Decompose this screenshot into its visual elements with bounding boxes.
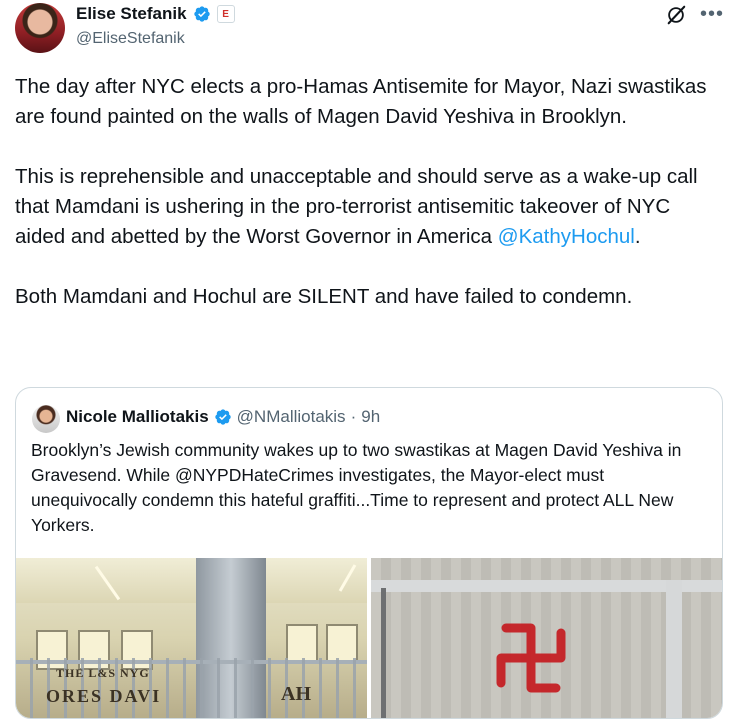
mention-link[interactable]: @KathyHochul <box>498 225 635 248</box>
quote-image-building[interactable]: THE L&S NYG ORES DAVI AH <box>16 558 367 718</box>
more-icon[interactable]: ••• <box>700 3 724 26</box>
quote-author-handle[interactable]: @NMalliotakis <box>237 407 346 427</box>
quote-separator: · <box>350 407 357 426</box>
quote-text: Brooklyn’s Jewish community wakes up to … <box>31 440 682 535</box>
author-name-row: Elise Stefanik E <box>76 4 235 24</box>
image-sign-top: THE L&S NYG <box>56 666 150 680</box>
image-ceiling <box>16 558 367 603</box>
image-window-frame <box>381 588 386 718</box>
graffiti-mark <box>496 623 566 693</box>
grok-icon[interactable] <box>665 4 687 26</box>
author-avatar[interactable] <box>15 3 65 53</box>
quote-author-name[interactable]: Nicole Malliotakis <box>66 407 209 427</box>
quote-author-avatar[interactable] <box>32 405 60 433</box>
image-window-frame <box>666 580 682 718</box>
image-sign-right: AH <box>281 683 311 705</box>
quote-image-graffiti[interactable] <box>371 558 722 718</box>
affiliation-badge-icon: E <box>216 5 235 23</box>
quote-header: Nicole Malliotakis @NMalliotakis · 9h <box>66 407 380 427</box>
verified-badge-icon <box>193 6 210 22</box>
author-name[interactable]: Elise Stefanik <box>76 4 187 24</box>
author-handle[interactable]: @EliseStefanik <box>76 30 185 48</box>
tweet-text: The day after NYC elects a pro-Hamas Ant… <box>15 72 720 312</box>
tweet-text-part1: The day after NYC elects a pro-Hamas Ant… <box>15 75 707 248</box>
image-sign-main: ORES DAVI <box>46 686 162 706</box>
quote-tweet-card[interactable]: Nicole Malliotakis @NMalliotakis · 9h Br… <box>15 387 723 719</box>
quote-timestamp[interactable]: 9h <box>361 407 380 427</box>
verified-badge-icon <box>214 409 231 425</box>
